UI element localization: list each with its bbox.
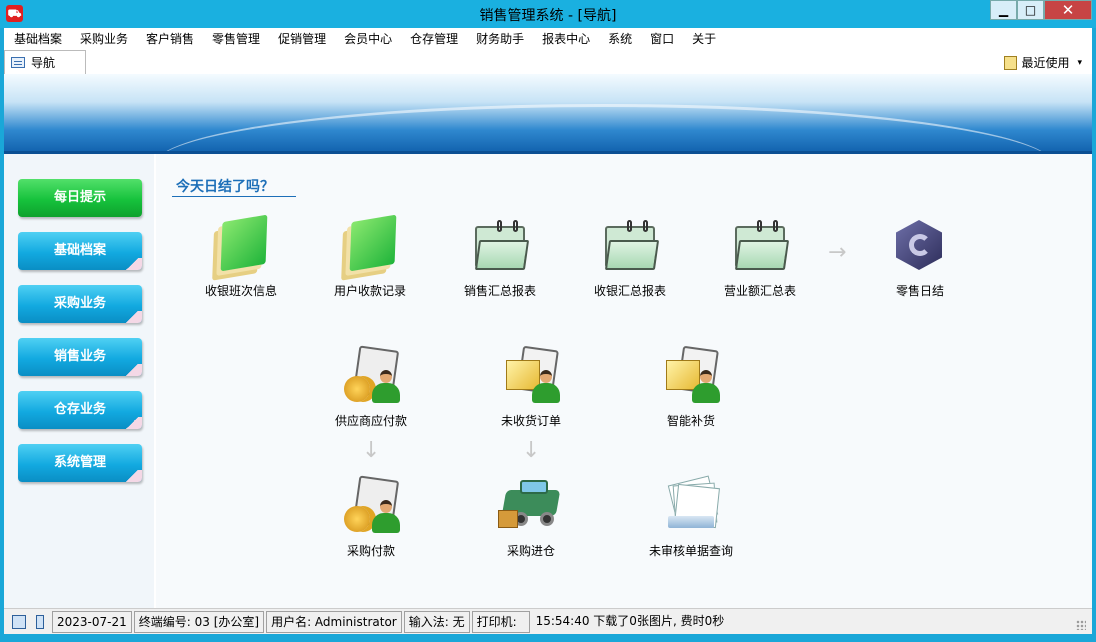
purchase-payment-button[interactable]: 采购付款	[311, 475, 431, 559]
cashier-shift-info-button[interactable]: 收银班次信息	[181, 214, 301, 299]
status-user: 用户名: Administrator	[266, 610, 402, 633]
page-curl-icon	[122, 417, 142, 429]
menu-bar: 基础档案 采购业务 客户销售 零售管理 促销管理 会员中心 仓存管理 财务助手 …	[4, 28, 1092, 50]
header-banner	[4, 74, 1092, 154]
cashier-summary-report-button[interactable]: 收银汇总报表	[570, 216, 690, 299]
green-file-icon	[337, 214, 403, 276]
purchase-stock-in-button[interactable]: 采购进仓	[471, 476, 591, 559]
item-label: 未收货订单	[500, 414, 561, 428]
item-label: 零售日结	[895, 284, 944, 298]
unapproved-documents-query-button[interactable]: 未审核单据查询	[631, 475, 751, 559]
status-bar: 2023-07-21 终端编号: 03 [办公室] 用户名: Administr…	[4, 608, 1092, 634]
arrow-down-icon: ↓	[522, 438, 541, 463]
sidebar-item-label: 销售业务	[53, 349, 106, 364]
main-area: 每日提示 基础档案 采购业务 销售业务 仓存业务 系统管理 今天日结了吗？ 收银	[4, 154, 1092, 608]
item-label: 采购付款	[346, 544, 395, 558]
title-bar: ⛟ 销售管理系统 - [导航] ▁ □ ✕	[0, 0, 1096, 28]
status-printer: 打印机:	[471, 610, 530, 633]
maximize-button[interactable]: □	[1017, 0, 1044, 20]
truck-icon	[498, 476, 564, 536]
page-curl-icon	[122, 311, 142, 323]
menu-item-basic-archive[interactable]: 基础档案	[8, 28, 74, 50]
item-label: 采购进仓	[506, 544, 555, 558]
cube-g-icon	[887, 216, 953, 276]
sidebar-item-warehouse[interactable]: 仓存业务	[18, 391, 142, 429]
window-title: 销售管理系统 - [导航]	[479, 8, 617, 24]
tab-strip: 导航 最近使用 ▾	[4, 50, 1092, 74]
arrow-right-icon: →	[828, 240, 847, 265]
item-label: 收银汇总报表	[593, 284, 666, 298]
item-label: 销售汇总报表	[463, 284, 536, 298]
tab-label: 导航	[31, 56, 56, 70]
folder-icon	[467, 216, 533, 276]
window-controls: ▁ □ ✕	[990, 0, 1092, 20]
recent-used-button[interactable]: 最近使用 ▾	[1004, 54, 1082, 71]
sales-summary-report-button[interactable]: 销售汇总报表	[440, 216, 560, 299]
close-button[interactable]: ✕	[1044, 0, 1092, 20]
sidebar-item-system-admin[interactable]: 系统管理	[18, 444, 142, 482]
tab-navigation[interactable]: 导航	[4, 50, 86, 74]
arrow-down-icon: ↓	[362, 438, 381, 463]
section-underline	[172, 196, 296, 197]
menu-item-window[interactable]: 窗口	[644, 28, 686, 50]
sidebar-item-daily-tips[interactable]: 每日提示	[18, 179, 142, 217]
page-curl-icon	[122, 364, 142, 376]
box-order-icon	[658, 345, 724, 406]
turnover-summary-button[interactable]: 营业额汇总表	[700, 216, 820, 299]
page-curl-icon	[122, 258, 142, 270]
section-title: 今天日结了吗？	[176, 179, 274, 195]
menu-item-purchase[interactable]: 采购业务	[74, 28, 140, 50]
window-icon	[11, 57, 25, 68]
folder-icon	[597, 216, 663, 276]
menu-item-customer-sales[interactable]: 客户销售	[140, 28, 206, 50]
payment-icon	[338, 345, 404, 406]
window-layout-icon[interactable]	[12, 614, 26, 629]
documents-stack-icon	[658, 475, 724, 536]
menu-item-finance[interactable]: 财务助手	[470, 28, 536, 50]
documents-icon	[1004, 55, 1018, 70]
item-label: 收银班次信息	[204, 284, 277, 298]
item-label: 营业额汇总表	[723, 284, 796, 298]
sidebar-item-label: 采购业务	[53, 296, 106, 311]
menu-item-member[interactable]: 会员中心	[338, 28, 404, 50]
sidebar-item-sales[interactable]: 销售业务	[18, 338, 142, 376]
item-label: 供应商应付款	[334, 414, 407, 428]
retail-daily-settlement-button[interactable]: 零售日结	[860, 216, 980, 299]
user-payment-records-button[interactable]: 用户收款记录	[310, 214, 430, 299]
content-panel: 今天日结了吗？ 收银班次信息 用户收款记录 销售汇总报表 收银汇总报表 营业额汇…	[156, 154, 1092, 608]
chevron-down-icon: ▾	[1077, 57, 1082, 68]
menu-item-retail[interactable]: 零售管理	[206, 28, 272, 50]
unreceived-orders-button[interactable]: 未收货订单	[471, 345, 591, 429]
menu-item-reports[interactable]: 报表中心	[536, 28, 602, 50]
sidebar-item-label: 仓存业务	[53, 402, 106, 417]
folder-icon	[727, 216, 793, 276]
sidebar-item-purchase[interactable]: 采购业务	[18, 285, 142, 323]
recent-label: 最近使用	[1021, 56, 1070, 70]
menu-item-about[interactable]: 关于	[686, 28, 728, 50]
status-date: 2023-07-21	[52, 610, 132, 633]
panel-icon[interactable]	[36, 614, 44, 629]
page-curl-icon	[122, 470, 142, 482]
status-terminal: 终端编号: 03 [办公室]	[133, 610, 265, 633]
menu-item-system[interactable]: 系统	[602, 28, 644, 50]
green-file-icon	[208, 214, 274, 276]
sidebar-item-label: 每日提示	[53, 190, 106, 205]
resize-grip-icon[interactable]	[1076, 620, 1086, 630]
status-ime: 输入法: 无	[403, 610, 470, 633]
supplier-payable-button[interactable]: 供应商应付款	[311, 345, 431, 429]
payment-icon	[338, 475, 404, 536]
sidebar-item-label: 基础档案	[53, 243, 106, 258]
sidebar-item-label: 系统管理	[53, 455, 106, 470]
box-order-icon	[498, 345, 564, 406]
item-label: 智能补货	[666, 414, 715, 428]
minimize-button[interactable]: ▁	[990, 0, 1017, 20]
item-label: 用户收款记录	[333, 284, 406, 298]
sidebar: 每日提示 基础档案 采购业务 销售业务 仓存业务 系统管理	[4, 154, 154, 608]
smart-replenishment-button[interactable]: 智能补货	[631, 345, 751, 429]
menu-item-warehouse[interactable]: 仓存管理	[404, 28, 470, 50]
status-message: 15:54:40 下载了0张图片, 费时0秒	[531, 610, 729, 633]
menu-item-promotion[interactable]: 促销管理	[272, 28, 338, 50]
item-label: 未审核单据查询	[648, 544, 733, 558]
sidebar-item-basic-archive[interactable]: 基础档案	[18, 232, 142, 270]
